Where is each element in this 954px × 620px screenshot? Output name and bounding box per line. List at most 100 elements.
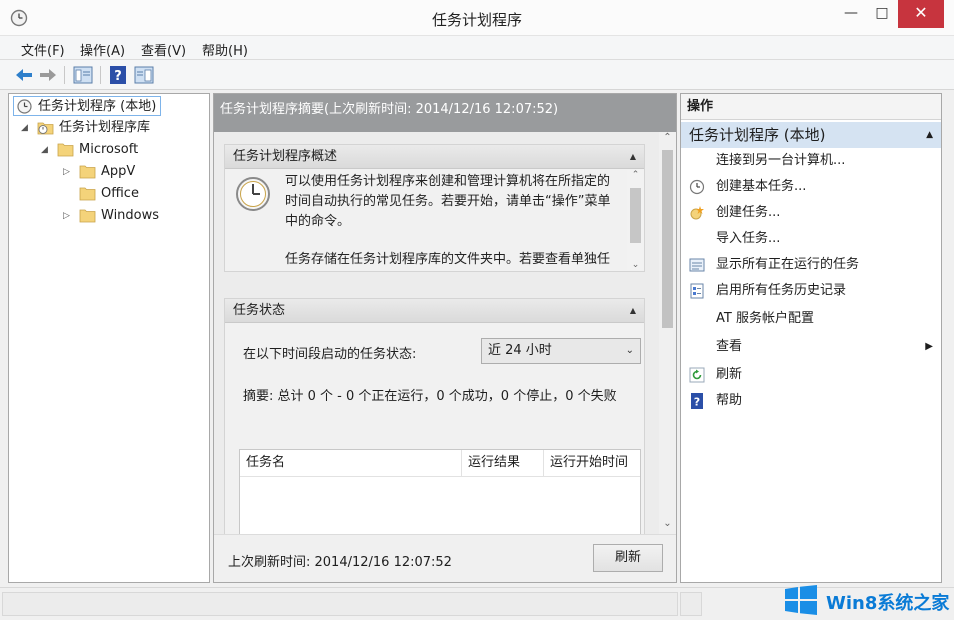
action-label: 查看 [716, 339, 743, 354]
action-connect-computer[interactable]: 连接到另一台计算机... [681, 148, 941, 174]
actions-group-title: 任务计划程序 (本地) [689, 126, 826, 144]
folder-icon [79, 187, 96, 201]
action-label: 创建任务... [716, 205, 781, 220]
period-select-value: 近 24 小时 [488, 343, 552, 358]
actions-pane: 操作 任务计划程序 (本地) ▲ 连接到另一台计算机... 创建基本任务... … [680, 93, 942, 583]
column-header-run-result[interactable]: 运行结果 [462, 450, 544, 476]
show-hide-tree-icon[interactable] [73, 65, 93, 85]
history-log-icon [690, 283, 704, 299]
overview-paragraph-1: 可以使用任务计划程序来创建和管理计算机将在所指定的时间自动执行的常见任务。若要开… [285, 174, 611, 229]
action-create-task[interactable]: 创建任务... [681, 200, 941, 226]
windows-logo-icon [785, 585, 817, 615]
window-title: 任务计划程序 [431, 11, 522, 29]
action-view[interactable]: 查看 ▶ [681, 334, 941, 360]
action-help[interactable]: ? 帮助 [681, 388, 941, 414]
forward-arrow-icon[interactable] [38, 65, 58, 85]
scroll-up-arrow-icon[interactable]: ⌃ [659, 132, 676, 148]
tree-item-label: 任务计划程序库 [59, 120, 151, 135]
toolbar-separator [64, 66, 65, 84]
tree-item-office[interactable]: Office [61, 184, 201, 204]
action-label: 启用所有任务历史记录 [716, 283, 847, 298]
folder-icon [79, 209, 96, 223]
overview-section-header[interactable]: 任务计划程序概述 ▲ [225, 145, 644, 169]
tree-item-label: AppV [101, 164, 136, 179]
summary-scroll-area: 任务计划程序概述 ▲ 可以使用任务计划程序来创建和管理计算机将在所指定的时间自动… [214, 132, 676, 539]
task-status-section: 任务状态 ▲ 在以下时间段启动的任务状态: 近 24 小时 ⌄ 摘要: 总计 0… [224, 298, 645, 539]
title-bar: 任务计划程序 — □ ✕ [0, 0, 954, 36]
column-header-run-start[interactable]: 运行开始时间 [544, 450, 640, 476]
overview-body: 可以使用任务计划程序来创建和管理计算机将在所指定的时间自动执行的常见任务。若要开… [225, 170, 644, 270]
tree-item-label: Microsoft [79, 142, 139, 157]
action-label: 显示所有正在运行的任务 [716, 257, 860, 272]
toolbar-separator [100, 66, 101, 84]
refresh-icon [689, 367, 705, 383]
chevron-down-icon: ⌄ [625, 345, 634, 356]
action-refresh[interactable]: 刷新 [681, 362, 941, 388]
collapse-icon[interactable]: ▲ [630, 145, 636, 168]
clock-icon [236, 177, 270, 211]
overview-section: 任务计划程序概述 ▲ 可以使用任务计划程序来创建和管理计算机将在所指定的时间自动… [224, 144, 645, 272]
task-status-section-header[interactable]: 任务状态 ▲ [225, 299, 644, 323]
basic-task-clock-icon [689, 179, 705, 195]
column-header-task-name[interactable]: 任务名 [240, 450, 462, 476]
period-select[interactable]: 近 24 小时 ⌄ [481, 338, 641, 364]
action-show-running-tasks[interactable]: 显示所有正在运行的任务 [681, 252, 941, 278]
task-status-title: 任务状态 [233, 303, 286, 318]
action-create-basic-task[interactable]: 创建基本任务... [681, 174, 941, 200]
summary-header: 任务计划程序摘要(上次刷新时间: 2014/12/16 12:07:52) [214, 94, 676, 132]
collapse-icon[interactable]: ▲ [630, 299, 636, 322]
tree-item-windows[interactable]: ▷ Windows [61, 206, 201, 226]
back-arrow-icon[interactable] [14, 65, 34, 85]
collapse-icon[interactable]: ▲ [926, 122, 933, 148]
help-icon: ? [691, 393, 703, 409]
collapsed-caret-icon[interactable]: ▷ [63, 162, 73, 182]
folder-clock-icon [37, 122, 54, 135]
expanded-caret-icon[interactable]: ◢ [41, 140, 51, 160]
status-summary: 摘要: 总计 0 个 - 0 个正在运行，0 个成功，0 个停止，0 个失败 [243, 389, 617, 404]
overview-paragraph-2: 任务存储在任务计划程序库的文件夹中。若要查看单独任务上的操作或执行该操作，请在任… [285, 252, 611, 267]
submenu-arrow-icon: ▶ [925, 341, 933, 352]
tree-item-root[interactable]: 任务计划程序 (本地) [13, 96, 161, 116]
help-icon[interactable]: ? [108, 65, 128, 85]
scroll-down-arrow-icon[interactable]: ⌄ [627, 260, 644, 270]
task-status-body: 在以下时间段启动的任务状态: 近 24 小时 ⌄ 摘要: 总计 0 个 - 0 … [225, 324, 644, 539]
folder-icon [79, 165, 96, 179]
expanded-caret-icon[interactable]: ◢ [21, 118, 31, 138]
tree-item-label: Windows [101, 208, 160, 223]
menu-action[interactable]: 操作(A) [80, 40, 125, 59]
svg-text:?: ? [694, 396, 700, 409]
overview-scrollbar[interactable]: ⌃ ⌄ [627, 170, 644, 270]
action-label: 连接到另一台计算机... [716, 153, 846, 168]
tree-item-appv[interactable]: ▷ AppV [61, 162, 201, 182]
menu-help[interactable]: 帮助(H) [202, 40, 248, 59]
show-hide-action-pane-icon[interactable] [134, 65, 154, 85]
actions-group-header[interactable]: 任务计划程序 (本地) ▲ [681, 122, 941, 148]
scroll-down-arrow-icon[interactable]: ⌄ [659, 518, 676, 534]
overview-title: 任务计划程序概述 [233, 149, 338, 164]
summary-panel: 任务计划程序摘要(上次刷新时间: 2014/12/16 12:07:52) 任务… [213, 93, 677, 583]
action-import-task[interactable]: 导入任务... [681, 226, 941, 252]
menu-file[interactable]: 文件(F) [21, 40, 65, 59]
collapsed-caret-icon[interactable]: ▷ [63, 206, 73, 226]
minimize-button[interactable]: — [836, 0, 866, 28]
svg-text:?: ? [114, 69, 122, 84]
tree-item-microsoft[interactable]: ◢ Microsoft [39, 140, 199, 160]
tree-item-library[interactable]: ◢ 任务计划程序库 [19, 118, 199, 138]
overview-scroll-thumb[interactable] [630, 188, 641, 243]
action-label: 创建基本任务... [716, 179, 807, 194]
action-enable-history[interactable]: 启用所有任务历史记录 [681, 278, 941, 304]
summary-scrollbar[interactable]: ⌃ ⌄ [659, 132, 676, 534]
action-label: AT 服务帐户配置 [716, 311, 814, 326]
navigation-tree: 任务计划程序 (本地) ◢ 任务计划程序库 ◢ Microsoft ▷ AppV… [8, 93, 210, 583]
action-at-service-account[interactable]: AT 服务帐户配置 [681, 306, 941, 332]
summary-scroll-thumb[interactable] [662, 150, 673, 328]
last-refresh-text: 上次刷新时间: 2014/12/16 12:07:52 [228, 555, 452, 570]
maximize-button[interactable]: □ [868, 0, 896, 28]
refresh-button[interactable]: 刷新 [593, 544, 663, 572]
menu-view[interactable]: 查看(V) [141, 40, 186, 59]
watermark-text: Win8系统之家 [826, 593, 950, 614]
actions-header: 操作 [681, 94, 941, 120]
scroll-up-arrow-icon[interactable]: ⌃ [627, 170, 644, 180]
status-bar-cell [680, 592, 702, 616]
close-button[interactable]: ✕ [898, 0, 944, 28]
